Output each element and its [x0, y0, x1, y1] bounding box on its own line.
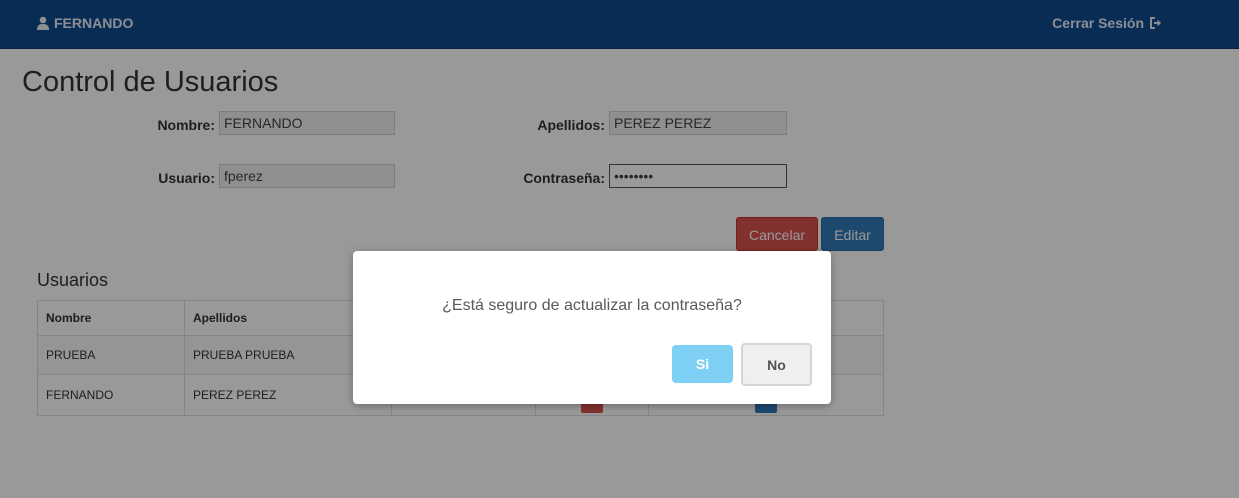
- confirm-dialog: ¿Está seguro de actualizar la contraseña…: [353, 251, 831, 404]
- dialog-message: ¿Está seguro de actualizar la contraseña…: [442, 297, 742, 314]
- modal-backdrop[interactable]: [0, 0, 1239, 498]
- confirm-no-button[interactable]: No: [741, 343, 812, 386]
- confirm-yes-button[interactable]: Si: [672, 345, 733, 383]
